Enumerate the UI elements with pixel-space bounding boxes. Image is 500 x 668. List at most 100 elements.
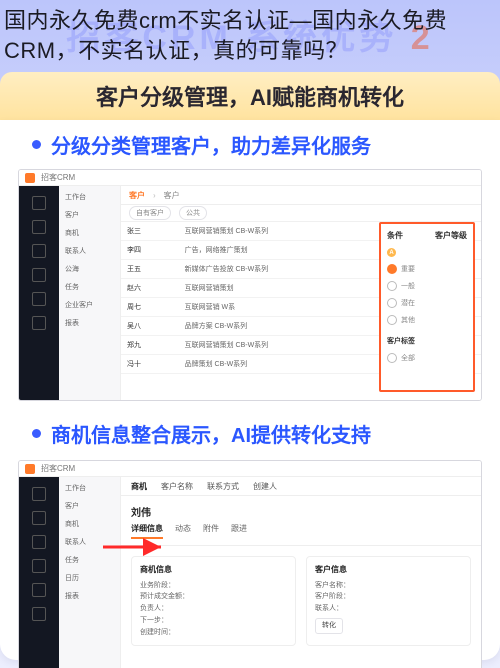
card-title: 商机信息 <box>140 563 287 577</box>
tag-section-label: 客户标签 <box>387 336 467 346</box>
customer-table-area: 客户 › 客户 自有客户 公共 张三互联网营销策划 CB-W系列186-****… <box>121 186 481 400</box>
nav-icon[interactable] <box>32 583 46 597</box>
card-line: 业务阶段： <box>140 580 287 592</box>
nav-icon[interactable] <box>32 220 46 234</box>
filter-option[interactable]: 其他 <box>387 315 467 325</box>
screenshot-customer-grading: 招客CRM 工作台 客户 商机 联系人 公海 任务 企业客户 报表 <box>18 169 482 401</box>
feature-bullet-2-text: 商机信息整合展示，AI提供转化支持 <box>51 419 371 448</box>
cell-name: 冯十 <box>121 355 179 374</box>
breadcrumb-customer[interactable]: 客户 <box>129 190 145 201</box>
tab-opportunity[interactable]: 商机 <box>131 481 147 492</box>
nav-icon[interactable] <box>32 607 46 621</box>
nav-icon[interactable] <box>32 196 46 210</box>
secondary-subnav: 工作台 客户 商机 联系人 任务 日历 报表 <box>59 477 121 668</box>
card-line: 下一步： <box>140 615 287 627</box>
tab-followup[interactable]: 跟进 <box>231 523 247 539</box>
level-a-badge-icon: A <box>387 248 396 257</box>
nav-icon[interactable] <box>32 268 46 282</box>
nav-icon[interactable] <box>32 316 46 330</box>
card-line: 客户阶段： <box>315 591 462 603</box>
filter-option[interactable]: 潜在 <box>387 298 467 308</box>
detail-cards: 商机信息 业务阶段： 预计成交金额： 负责人： 下一步： 创建时间： 客户信息 … <box>121 546 481 656</box>
filter-option[interactable]: 一般 <box>387 281 467 291</box>
card-line: 创建时间： <box>140 627 287 639</box>
feature-bullet-1: 分级分类管理客户，助力差异化服务 <box>0 120 500 167</box>
radio-icon <box>387 315 397 325</box>
cell-name: 赵六 <box>121 279 179 298</box>
subnav-item[interactable]: 工作台 <box>65 192 114 202</box>
article-title-line1: 国内永久免费crm不实名认证—国内永久免费 <box>4 6 496 36</box>
nav-icon[interactable] <box>32 487 46 501</box>
radio-icon <box>387 264 397 274</box>
radio-icon <box>387 353 397 363</box>
radio-icon <box>387 281 397 291</box>
subnav-item[interactable]: 工作台 <box>65 483 114 493</box>
tab-activity[interactable]: 动态 <box>175 523 191 539</box>
section-subtitle-band: 客户分级管理，AI赋能商机转化 <box>0 72 500 120</box>
app-topbar: 招客CRM <box>19 170 481 186</box>
filter-panel-highlight: 条件 客户等级 A 重要 一般 潜在 其他 客户标签 全部 <box>379 222 475 392</box>
brand-name: 招客CRM <box>41 172 75 183</box>
tag-option-label: 全部 <box>401 353 415 363</box>
subnav-item[interactable]: 商机 <box>65 228 114 238</box>
radio-icon <box>387 298 397 308</box>
subnav-item[interactable]: 报表 <box>65 318 114 328</box>
col-creator: 创建人 <box>253 481 277 492</box>
nav-icon[interactable] <box>32 511 46 525</box>
subnav-item[interactable]: 客户 <box>65 210 114 220</box>
panel-title-left: 条件 <box>387 230 403 241</box>
filter-panel-title: 条件 客户等级 <box>387 230 467 241</box>
convert-button[interactable]: 转化 <box>315 618 343 634</box>
bullet-dot-icon <box>32 140 41 149</box>
opportunity-info-card: 商机信息 业务阶段： 预计成交金额： 负责人： 下一步： 创建时间： <box>131 556 296 646</box>
subnav-item[interactable]: 企业客户 <box>65 300 114 310</box>
article-title-line2: CRM，不实名认证，真的可靠吗？ <box>4 36 496 66</box>
primary-sidenav <box>19 477 59 668</box>
subnav-item[interactable]: 联系人 <box>65 246 114 256</box>
app-topbar: 招客CRM <box>19 461 481 477</box>
tab-attachment[interactable]: 附件 <box>203 523 219 539</box>
brand-name: 招客CRM <box>41 463 75 474</box>
subnav-item[interactable]: 任务 <box>65 282 114 292</box>
card-line: 联系人： <box>315 603 462 615</box>
panel-title-right: 客户等级 <box>435 230 467 241</box>
secondary-subnav: 工作台 客户 商机 联系人 公海 任务 企业客户 报表 <box>59 186 121 400</box>
card-line: 负责人： <box>140 603 287 615</box>
col-customer-name: 客户名称 <box>161 481 193 492</box>
feature-bullet-2: 商机信息整合展示，AI提供转化支持 <box>0 409 500 456</box>
level-a-row[interactable]: A <box>387 248 467 257</box>
cell-desc: 互联网营销策划 <box>179 279 391 298</box>
screenshot-opportunity-detail: 招客CRM 工作台 客户 商机 联系人 任务 日历 报表 <box>18 460 482 668</box>
tag-option[interactable]: 全部 <box>387 353 467 363</box>
brand-logo-icon <box>25 173 35 183</box>
filter-option-label: 重要 <box>401 264 415 274</box>
card-line: 预计成交金额： <box>140 591 287 603</box>
cell-desc: 品牌方案 CB-W系列 <box>179 317 391 336</box>
filter-option-label: 一般 <box>401 281 415 291</box>
nav-icon[interactable] <box>32 535 46 549</box>
cell-name: 吴八 <box>121 317 179 336</box>
cell-desc: 新媒体广告投放 CB-W系列 <box>179 260 391 279</box>
brand-logo-icon <box>25 464 35 474</box>
filter-row: 自有客户 公共 <box>121 205 481 222</box>
cell-name: 张三 <box>121 222 179 241</box>
customer-info-card: 客户信息 客户名称： 客户阶段： 联系人： 转化 <box>306 556 471 646</box>
primary-sidenav <box>19 186 59 400</box>
subnav-item[interactable]: 客户 <box>65 501 114 511</box>
nav-icon[interactable] <box>32 244 46 258</box>
filter-common[interactable]: 公共 <box>179 206 207 220</box>
subnav-item[interactable]: 报表 <box>65 591 114 601</box>
feature-bullet-1-text: 分级分类管理客户，助力差异化服务 <box>51 130 371 159</box>
nav-icon[interactable] <box>32 559 46 573</box>
breadcrumb-sub: 客户 <box>164 190 180 201</box>
subnav-item[interactable]: 日历 <box>65 573 114 583</box>
subnav-item[interactable]: 商机 <box>65 519 114 529</box>
subnav-item[interactable]: 公海 <box>65 264 114 274</box>
filter-self[interactable]: 自有客户 <box>129 206 171 220</box>
callout-arrow-icon <box>101 537 171 557</box>
cell-desc: 品牌策划 CB-W系列 <box>179 355 391 374</box>
nav-icon[interactable] <box>32 292 46 306</box>
filter-option[interactable]: 重要 <box>387 264 467 274</box>
col-contact: 联系方式 <box>207 481 239 492</box>
cell-desc: 广告，网络推广策划 <box>179 241 391 260</box>
